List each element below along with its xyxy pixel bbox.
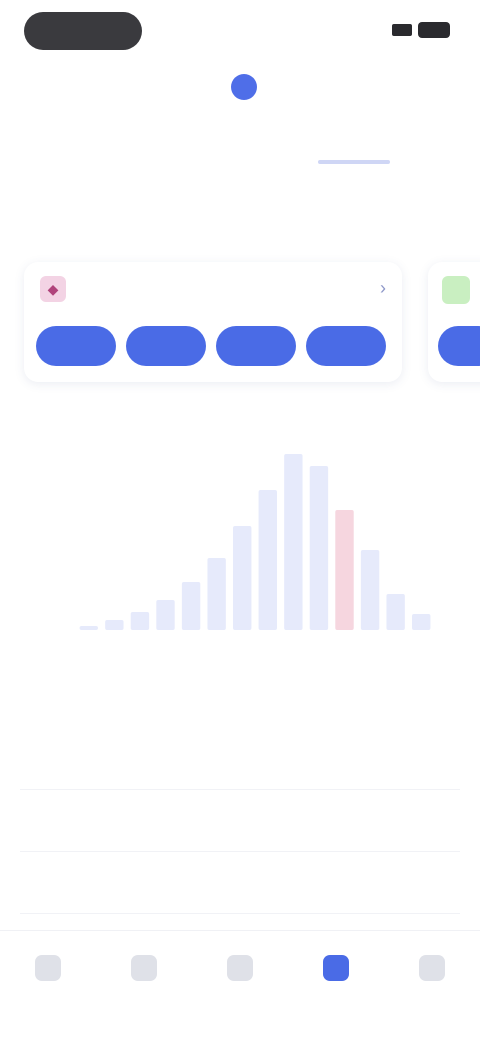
chart-bar — [79, 626, 98, 630]
card-pill-group — [36, 326, 386, 366]
chart-bar — [156, 600, 175, 630]
bottom-nav — [0, 930, 480, 1040]
next-card[interactable] — [428, 262, 480, 382]
table-row — [20, 852, 460, 914]
nav-item-chart[interactable] — [288, 931, 384, 1040]
list-icon — [227, 955, 253, 981]
battery-icon — [418, 22, 450, 38]
chart-bar — [386, 594, 405, 630]
header — [0, 62, 480, 112]
chart-bar — [335, 510, 354, 630]
dynamic-island — [24, 12, 142, 50]
nav-item-user[interactable] — [384, 931, 480, 1040]
card-carousel[interactable]: ◆ › — [16, 262, 480, 392]
summary-card[interactable]: ◆ › — [24, 262, 402, 382]
status-bar — [0, 0, 480, 60]
chart-bar — [207, 558, 226, 630]
card-pill[interactable] — [36, 326, 116, 366]
card-pill[interactable] — [126, 326, 206, 366]
card-pill[interactable] — [306, 326, 386, 366]
home-icon — [35, 955, 61, 981]
table-row — [20, 728, 460, 790]
tab-indicator — [318, 160, 390, 164]
verified-icon[interactable] — [231, 74, 257, 100]
chart-bar — [181, 582, 201, 630]
chart-bar — [105, 620, 124, 630]
tab-bar — [0, 128, 480, 168]
app-screen: ◆ › — [0, 0, 480, 1040]
chart-svg — [79, 454, 431, 630]
chart-bar — [360, 550, 380, 630]
table-row — [20, 790, 460, 852]
tab-first[interactable] — [0, 128, 240, 168]
nav-item-grid[interactable] — [96, 931, 192, 1040]
chart-bar — [309, 466, 329, 630]
chart-bar — [258, 490, 277, 630]
chevron-right-icon[interactable]: › — [380, 278, 386, 299]
user-icon — [419, 955, 445, 981]
info-section — [16, 180, 466, 194]
nav-item-home[interactable] — [0, 931, 96, 1040]
status-icons — [392, 22, 450, 38]
card-icon: ◆ — [40, 276, 66, 302]
card-pill[interactable] — [216, 326, 296, 366]
chart-bar — [412, 614, 431, 630]
chart-bar — [130, 612, 150, 630]
chart-icon — [323, 955, 349, 981]
chart-bar — [284, 454, 303, 630]
signal-icon — [392, 24, 412, 36]
nav-item-list[interactable] — [192, 931, 288, 1040]
card-icon — [442, 276, 470, 304]
distribution-chart — [16, 420, 464, 640]
card-pill[interactable] — [438, 326, 480, 366]
chart-bar — [233, 526, 252, 630]
stats-table — [20, 728, 460, 914]
grid-icon — [131, 955, 157, 981]
